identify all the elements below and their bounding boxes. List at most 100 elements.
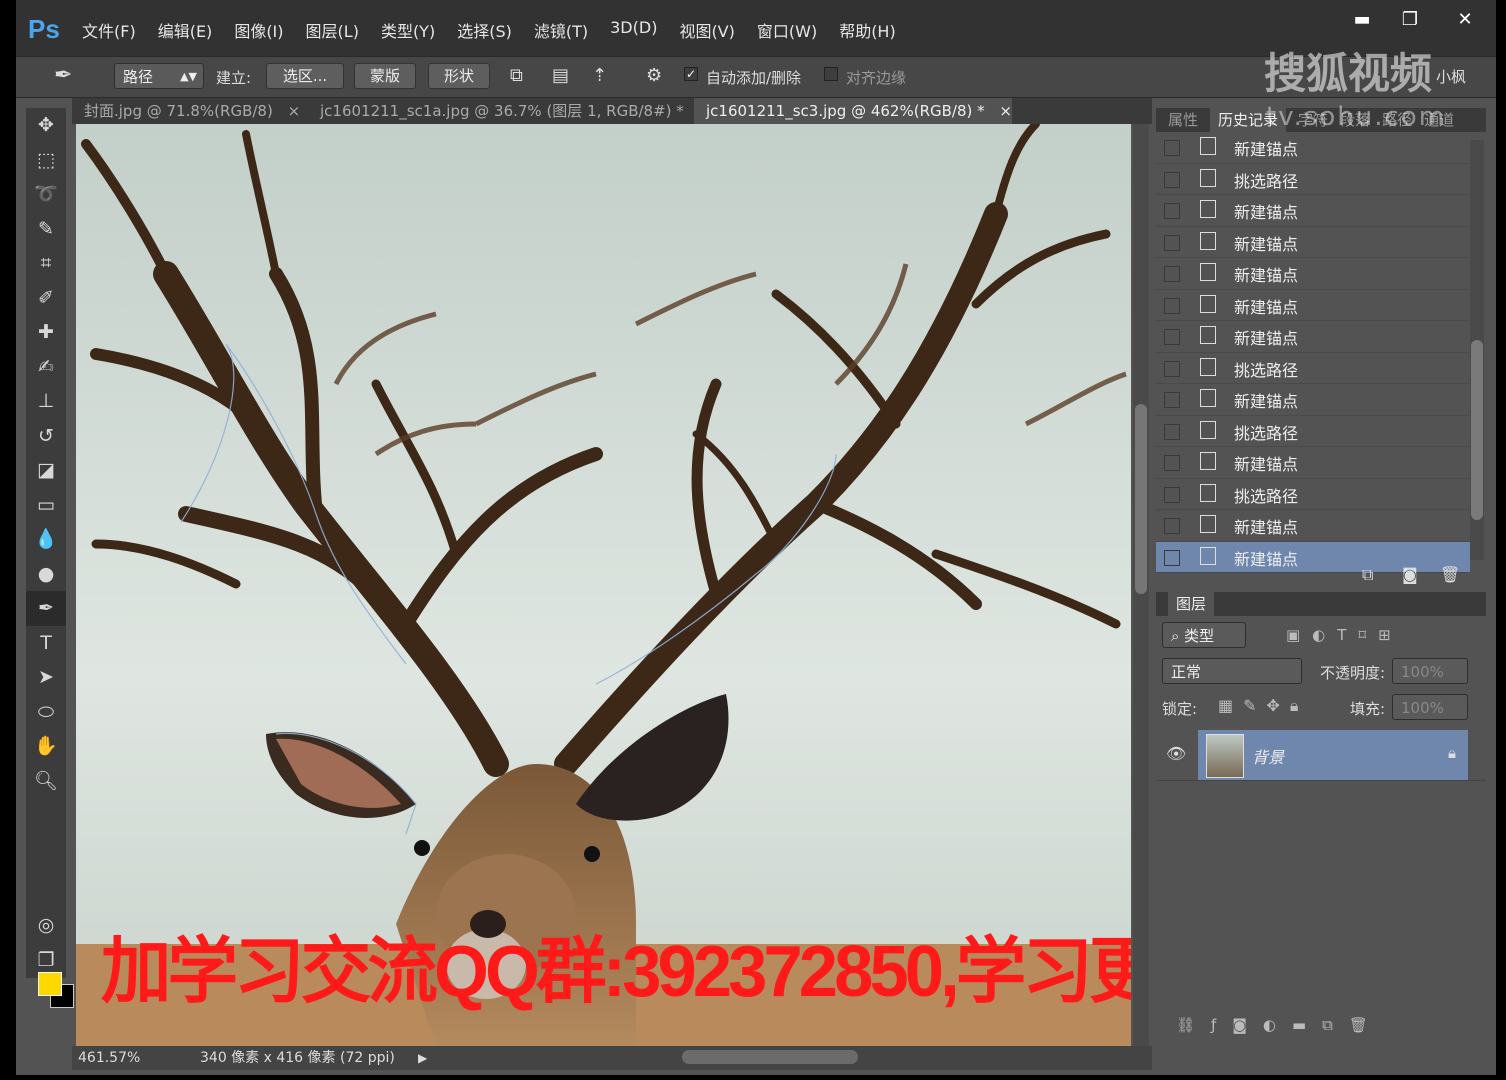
history-checkbox[interactable] [1164, 171, 1180, 188]
history-checkbox[interactable] [1164, 518, 1180, 534]
menu-edit[interactable]: 编辑(E) [158, 18, 213, 42]
menu-layer[interactable]: 图层(L) [306, 18, 359, 42]
tab-layers[interactable]: 图层 [1168, 592, 1215, 616]
menu-view[interactable]: 视图(V) [679, 18, 734, 42]
selection-button[interactable]: 选区... [266, 63, 344, 89]
quick-mask-icon[interactable]: ◎ [26, 908, 66, 943]
history-checkbox[interactable] [1164, 423, 1180, 440]
menu-help[interactable]: 帮助(H) [839, 18, 896, 42]
history-checkbox[interactable] [1164, 329, 1180, 345]
path-alignment-icon[interactable]: ▤ [552, 65, 569, 86]
shape-button[interactable]: 形状 [428, 63, 490, 89]
maximize-button[interactable]: ❐ [1386, 0, 1434, 40]
history-item[interactable]: 挑选路径 [1156, 353, 1470, 384]
blur-tool-icon[interactable]: 💧 [26, 522, 66, 557]
history-checkbox[interactable] [1164, 140, 1180, 156]
history-item[interactable]: 新建锚点 [1156, 290, 1470, 321]
tab-properties[interactable]: 属性 [1168, 108, 1198, 132]
tab-cover[interactable]: 封面.jpg @ 71.8%(RGB/8) × [72, 98, 306, 124]
clone-stamp-tool-icon[interactable]: ⊥ [26, 384, 66, 419]
type-tool-icon[interactable]: T [26, 626, 66, 661]
layer-name[interactable]: 背景 [1252, 744, 1284, 768]
eye-icon[interactable]: 👁︎ [1166, 744, 1186, 763]
history-item[interactable]: 新建锚点 [1156, 321, 1470, 353]
history-checkbox[interactable] [1164, 234, 1180, 251]
zoom-tool-icon[interactable]: 🔍︎ [26, 764, 66, 799]
layers-footer-icons[interactable]: ⛓ƒ◙◐▬⧉🗑︎ [1176, 1016, 1476, 1034]
history-item[interactable]: 新建锚点 [1156, 447, 1470, 479]
tab-sc3[interactable]: jc1601211_sc3.jpg @ 462%(RGB/8) * × [694, 98, 1012, 124]
mask-button[interactable]: 蒙版 [354, 63, 416, 89]
pen-tool-icon[interactable]: ✒ [54, 63, 72, 88]
status-arrow-icon[interactable]: ▶ [418, 1046, 427, 1070]
dodge-tool-icon[interactable]: ● [26, 557, 66, 592]
scroll-thumb[interactable] [1135, 404, 1147, 594]
trash-icon[interactable]: 🗑︎ [1440, 565, 1460, 584]
history-item[interactable]: 新建锚点 [1156, 227, 1470, 258]
opacity-input[interactable]: 100% [1392, 658, 1468, 684]
quick-select-tool-icon[interactable]: ✎ [26, 212, 66, 247]
menu-type[interactable]: 类型(Y) [381, 18, 435, 42]
history-checkbox[interactable] [1164, 549, 1180, 566]
history-checkbox[interactable] [1164, 297, 1180, 314]
layer-filter-select[interactable]: ⌕ 类型 [1162, 622, 1246, 648]
layer-filter-icons[interactable]: ▣◐T⌑⊞ [1286, 626, 1403, 644]
tab-close-icon[interactable]: × [288, 102, 301, 120]
tab-sc1a[interactable]: jc1601211_sc1a.jpg @ 36.7% (图层 1, RGB/8#… [308, 98, 711, 124]
lock-icons[interactable]: ▦✎✥🔒︎ [1218, 696, 1308, 716]
history-item[interactable]: 挑选路径 [1156, 479, 1470, 510]
history-checkbox[interactable] [1164, 486, 1180, 503]
new-document-from-state-icon[interactable]: ⧉ [1362, 565, 1373, 585]
auto-add-delete-checkbox[interactable]: ✓ [684, 67, 698, 81]
history-checkbox[interactable] [1164, 392, 1180, 408]
layer-row-background[interactable]: 背景 🔒︎ [1198, 730, 1468, 780]
history-checkbox[interactable] [1164, 203, 1180, 219]
blend-mode-select[interactable]: 正常 [1162, 658, 1302, 684]
menu-window[interactable]: 窗口(W) [757, 18, 817, 42]
history-brush-tool-icon[interactable]: ↺ [26, 419, 66, 454]
minimize-button[interactable]: ▬ [1338, 0, 1386, 40]
document-canvas[interactable]: 加学习交流QQ群:392372850,学习更多课程及软件 [76, 124, 1131, 1046]
eraser-tool-icon[interactable]: ◪ [26, 453, 66, 488]
pen-tool-icon[interactable]: ✒ [26, 591, 66, 626]
canvas-vertical-scrollbar[interactable] [1133, 124, 1149, 1046]
screen-mode-icon[interactable]: ❐ [26, 943, 66, 978]
close-button[interactable]: ✕ [1434, 0, 1496, 40]
fill-input[interactable]: 100% [1392, 694, 1468, 720]
gear-icon[interactable]: ⚙ [646, 65, 662, 86]
mode-select[interactable]: 路径 ▲▼ [114, 63, 204, 89]
canvas-horizontal-scroll-thumb[interactable] [682, 1050, 858, 1064]
camera-icon[interactable]: ◙ [1402, 565, 1418, 584]
move-tool-icon[interactable]: ✥ [26, 108, 66, 143]
history-item[interactable]: 挑选路径 [1156, 416, 1470, 447]
history-scrollbar[interactable] [1470, 140, 1484, 560]
crop-tool-icon[interactable]: ⌗ [26, 246, 66, 281]
ellipse-tool-icon[interactable]: ⬭ [26, 695, 66, 730]
menu-select[interactable]: 选择(S) [457, 18, 512, 42]
brush-tool-icon[interactable]: ✍ [26, 350, 66, 385]
history-checkbox[interactable] [1164, 266, 1180, 282]
history-item[interactable]: 新建锚点 [1156, 384, 1470, 416]
menu-filter[interactable]: 滤镜(T) [534, 18, 588, 42]
history-checkbox[interactable] [1164, 455, 1180, 471]
history-item[interactable]: 新建锚点 [1156, 258, 1470, 290]
history-item[interactable]: 挑选路径 [1156, 164, 1470, 195]
history-item[interactable]: 新建锚点 [1156, 510, 1470, 542]
path-operations-icon[interactable]: ⧉ [510, 65, 523, 86]
marquee-tool-icon[interactable]: ⬚ [26, 143, 66, 178]
zoom-level[interactable]: 461.57% [78, 1046, 140, 1070]
menu-file[interactable]: 文件(F) [82, 18, 136, 42]
gradient-tool-icon[interactable]: ▭ [26, 488, 66, 523]
path-arrangement-icon[interactable]: ⇡ [592, 65, 607, 86]
history-item[interactable]: 新建锚点 [1156, 195, 1470, 227]
lasso-tool-icon[interactable]: ➰ [26, 177, 66, 212]
menu-3d[interactable]: 3D(D) [610, 18, 657, 42]
hand-tool-icon[interactable]: ✋ [26, 729, 66, 764]
history-item[interactable]: 新建锚点 [1156, 132, 1470, 164]
path-select-tool-icon[interactable]: ➤ [26, 660, 66, 695]
history-checkbox[interactable] [1164, 360, 1180, 377]
eyedropper-tool-icon[interactable]: ✐ [26, 281, 66, 316]
healing-brush-tool-icon[interactable]: ✚ [26, 315, 66, 350]
tab-close-icon[interactable]: × [999, 102, 1012, 120]
menu-image[interactable]: 图像(I) [234, 18, 283, 42]
